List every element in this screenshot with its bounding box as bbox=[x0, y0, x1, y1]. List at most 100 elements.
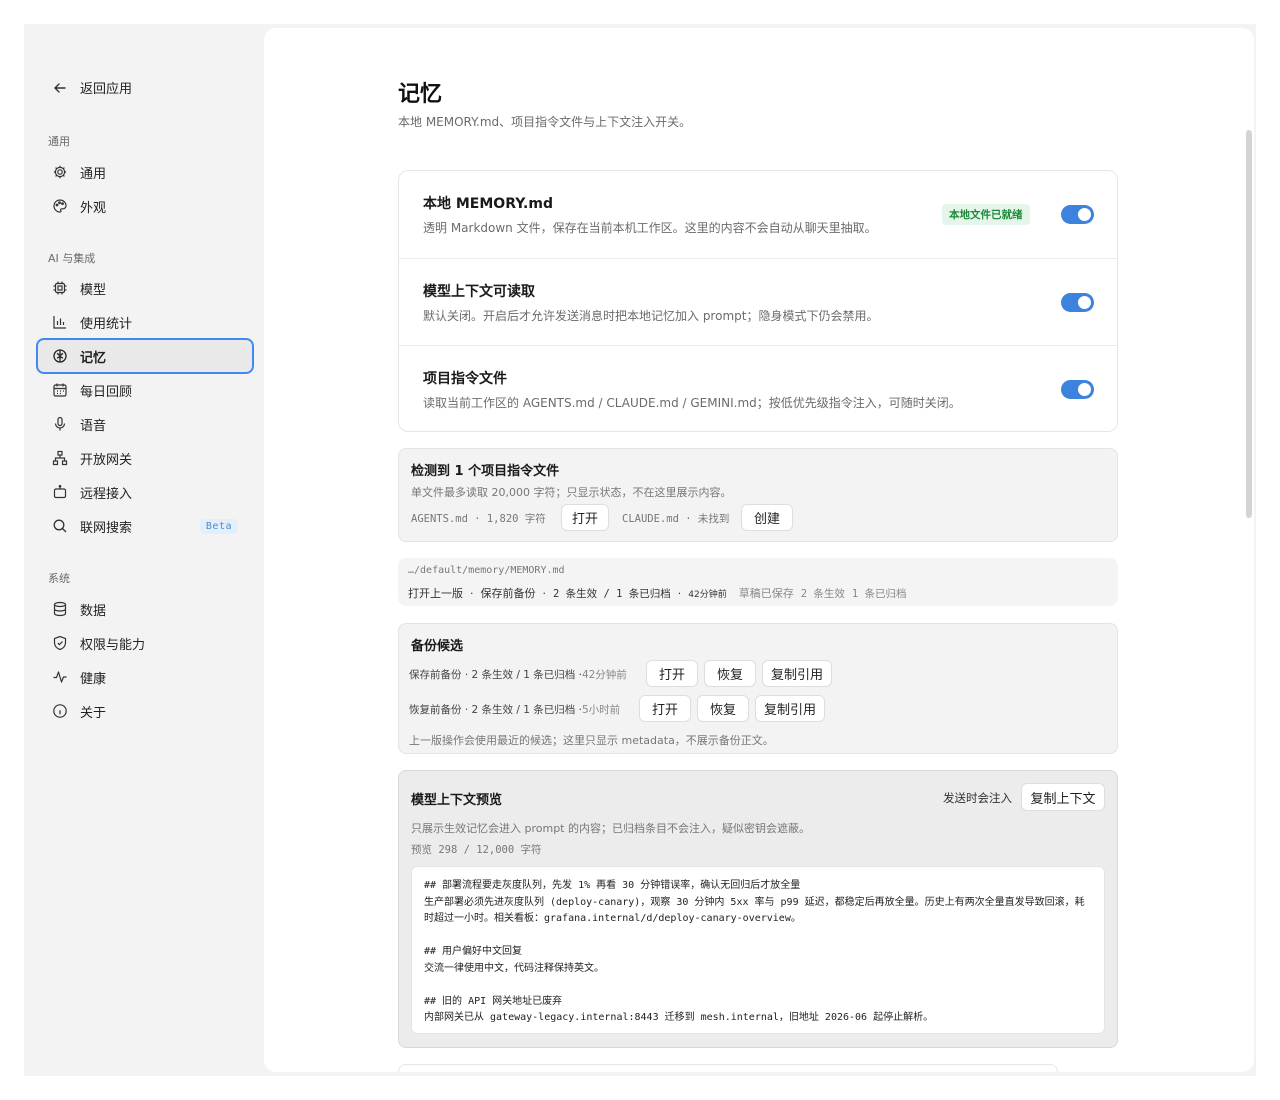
scrollbar[interactable] bbox=[1246, 130, 1252, 518]
sidebar-item-general[interactable]: 通用 bbox=[36, 154, 254, 190]
panel-title: 备份候选 bbox=[411, 639, 464, 654]
section-label-ai: AI 与集成 bbox=[48, 252, 96, 265]
open-previous-version-link[interactable]: 打开上一版 bbox=[408, 585, 463, 601]
shield-icon bbox=[53, 635, 67, 651]
status-badge: 本地文件已就绪 bbox=[942, 204, 1030, 225]
setting-title: 本地 MEMORY.md bbox=[423, 196, 553, 212]
backup-row: 保存前备份 · 2 条生效 / 1 条已归档 · 42分钟前 bbox=[409, 660, 627, 688]
sidebar-item-health[interactable]: 健康 bbox=[36, 659, 254, 695]
backup-row: 恢复前备份 · 2 条生效 / 1 条已归档 · 5小时前 bbox=[409, 695, 620, 723]
pulse-icon bbox=[53, 671, 67, 683]
copy-context-button[interactable]: 复制上下文 bbox=[1021, 783, 1105, 811]
sidebar-item-label: 语音 bbox=[80, 418, 107, 434]
backup-note: 上一版操作会使用最近的候选；这里只显示 metadata，不展示备份正文。 bbox=[409, 734, 774, 747]
local-memory-toggle[interactable] bbox=[1061, 205, 1094, 224]
sidebar: 返回应用 通用 通用 外观 AI 与集成 模型 使用统计 记忆 每日回顾 语音 … bbox=[24, 24, 264, 1076]
sidebar-item-label: 通用 bbox=[80, 166, 107, 182]
open-backup-button[interactable]: 打开 bbox=[639, 695, 691, 722]
setting-title: 模型上下文可读取 bbox=[423, 284, 535, 300]
sidebar-item-label: 使用统计 bbox=[80, 316, 133, 332]
setting-title: 项目指令文件 bbox=[423, 371, 507, 387]
info-icon bbox=[53, 704, 67, 718]
setting-row-model-context: 模型上下文可读取 默认关闭。开启后才允许发送消息时把本地记忆加入 prompt；… bbox=[399, 258, 1117, 345]
memory-toggles-card: 本地 MEMORY.md 透明 Markdown 文件，保存在当前本机工作区。这… bbox=[398, 170, 1118, 432]
sidebar-item-label: 每日回顾 bbox=[80, 384, 133, 400]
inject-status-label: 发送时会注入 bbox=[943, 791, 1012, 805]
restore-backup-button[interactable]: 恢复 bbox=[697, 695, 749, 722]
network-icon bbox=[52, 450, 68, 466]
backup-age: 5小时前 bbox=[581, 703, 621, 716]
next-section-card bbox=[398, 1064, 1058, 1072]
preview-description: 只展示生效记忆会进入 prompt 的内容；已归档条目不会注入，疑似密钥会遮蔽。 bbox=[411, 822, 810, 835]
microphone-icon bbox=[54, 416, 66, 431]
sidebar-item-label: 健康 bbox=[80, 671, 107, 687]
pre-save-backup-label: 保存前备份 bbox=[480, 587, 536, 600]
gear-icon bbox=[53, 165, 67, 179]
brain-icon bbox=[53, 349, 67, 363]
draft-status: 草稿已保存 bbox=[738, 587, 794, 600]
sidebar-item-web-search[interactable]: 联网搜索 Beta bbox=[36, 508, 254, 544]
memory-file-path-panel: …/default/memory/MEMORY.md 打开上一版 · 保存前备份… bbox=[398, 558, 1118, 606]
sidebar-item-usage[interactable]: 使用统计 bbox=[36, 304, 254, 340]
backup-stats: 2 条生效 / 1 条已归档 bbox=[553, 587, 671, 600]
sidebar-item-label: 记忆 bbox=[80, 350, 107, 366]
sidebar-item-appearance[interactable]: 外观 bbox=[36, 188, 254, 224]
panel-title: 模型上下文预览 bbox=[411, 793, 503, 808]
project-instructions-toggle[interactable] bbox=[1061, 380, 1094, 399]
backup-age: 42分钟前 bbox=[581, 668, 627, 681]
copy-reference-button[interactable]: 复制引用 bbox=[755, 695, 825, 722]
palette-icon bbox=[53, 199, 67, 213]
sidebar-item-open-gateway[interactable]: 开放网关 bbox=[36, 440, 254, 476]
sidebar-item-permissions[interactable]: 权限与能力 bbox=[36, 625, 254, 661]
calendar-icon bbox=[53, 383, 67, 397]
section-label-general: 通用 bbox=[48, 135, 70, 148]
setting-row-local-memory: 本地 MEMORY.md 透明 Markdown 文件，保存在当前本机工作区。这… bbox=[399, 171, 1117, 258]
cpu-icon bbox=[53, 281, 67, 295]
sidebar-item-about[interactable]: 关于 bbox=[36, 693, 254, 729]
panel-title: 检测到 1 个项目指令文件 bbox=[411, 464, 560, 479]
sidebar-item-remote-access[interactable]: 远程接入 bbox=[36, 474, 254, 510]
bar-chart-icon bbox=[53, 316, 66, 329]
database-icon bbox=[53, 601, 67, 617]
restore-backup-button[interactable]: 恢复 bbox=[704, 660, 756, 687]
arrow-left-icon bbox=[54, 82, 66, 93]
copy-reference-button[interactable]: 复制引用 bbox=[762, 660, 832, 687]
backup-candidates-panel: 备份候选 保存前备份 · 2 条生效 / 1 条已归档 · 42分钟前 打开 恢… bbox=[398, 623, 1118, 754]
sidebar-item-label: 关于 bbox=[80, 705, 107, 721]
settings-window: 返回应用 通用 通用 外观 AI 与集成 模型 使用统计 记忆 每日回顾 语音 … bbox=[24, 24, 1256, 1076]
sidebar-item-label: 权限与能力 bbox=[80, 637, 146, 653]
page-title: 记忆 bbox=[398, 82, 443, 107]
sidebar-item-daily-review[interactable]: 每日回顾 bbox=[36, 372, 254, 408]
open-backup-button[interactable]: 打开 bbox=[646, 660, 698, 687]
bot-icon bbox=[53, 484, 67, 499]
main-content: 记忆 本地 MEMORY.md、项目指令文件与上下文注入开关。 本地 MEMOR… bbox=[264, 28, 1254, 1072]
sidebar-item-label: 数据 bbox=[80, 603, 107, 619]
page-subtitle: 本地 MEMORY.md、项目指令文件与上下文注入开关。 bbox=[398, 115, 692, 129]
draft-archived-count: 1 条已归档 bbox=[851, 587, 907, 600]
context-preview-text: ## 部署流程要走灰度队列，先发 1% 再看 30 分钟错误率，确认无回归后才放… bbox=[411, 866, 1105, 1034]
sidebar-item-voice[interactable]: 语音 bbox=[36, 406, 254, 442]
setting-row-project-instructions: 项目指令文件 读取当前工作区的 AGENTS.md / CLAUDE.md / … bbox=[399, 345, 1117, 432]
sidebar-item-label: 开放网关 bbox=[80, 452, 133, 468]
sidebar-item-models[interactable]: 模型 bbox=[36, 270, 254, 306]
claude-file-info: CLAUDE.md · 未找到 bbox=[622, 513, 730, 525]
sidebar-item-label: 远程接入 bbox=[80, 486, 133, 502]
preview-char-count: 预览 298 / 12,000 字符 bbox=[411, 844, 542, 856]
backup-label: 恢复前备份 · 2 条生效 / 1 条已归档 · bbox=[409, 703, 582, 716]
sidebar-item-memory[interactable]: 记忆 bbox=[36, 338, 254, 374]
sidebar-item-label: 联网搜索 bbox=[80, 520, 133, 536]
sidebar-item-label: 模型 bbox=[80, 282, 107, 298]
search-icon bbox=[53, 519, 67, 533]
create-claude-file-button[interactable]: 创建 bbox=[741, 504, 793, 531]
sidebar-item-label: 外观 bbox=[80, 200, 107, 216]
model-context-toggle[interactable] bbox=[1061, 293, 1094, 312]
sidebar-item-data[interactable]: 数据 bbox=[36, 591, 254, 627]
back-label: 返回应用 bbox=[80, 82, 133, 97]
setting-description: 默认关闭。开启后才允许发送消息时把本地记忆加入 prompt；隐身模式下仍会禁用… bbox=[423, 309, 879, 323]
backup-label: 保存前备份 · 2 条生效 / 1 条已归档 · bbox=[409, 668, 582, 681]
open-agents-file-button[interactable]: 打开 bbox=[561, 504, 609, 531]
memory-file-path: …/default/memory/MEMORY.md bbox=[408, 565, 565, 576]
beta-badge: Beta bbox=[199, 518, 238, 534]
back-to-app-button[interactable]: 返回应用 bbox=[52, 78, 132, 97]
section-label-system: 系统 bbox=[48, 572, 70, 585]
